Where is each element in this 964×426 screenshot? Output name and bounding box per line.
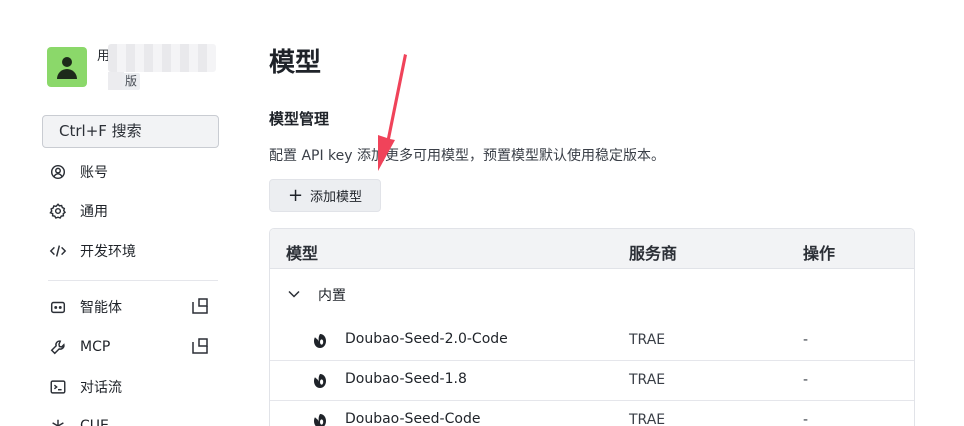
sidebar-item-label: 智能体 [80,300,122,316]
sidebar-item-label: 开发环境 [80,244,136,260]
column-header-action: 操作 [803,244,836,263]
add-model-label: 添加模型 [310,190,363,205]
search-input[interactable]: Ctrl+F 搜索 [42,115,219,148]
account-icon [48,162,68,182]
sidebar-item-label: MCP [80,339,111,355]
avatar[interactable] [47,47,87,87]
code-icon [48,241,68,261]
section-description: 配置 API key 添加更多可用模型，预置模型默认使用稳定版本。 [269,148,666,164]
open-external-icon[interactable] [191,337,209,355]
wrench-icon [48,337,68,357]
redacted-username [108,44,216,72]
model-action: - [803,372,809,388]
model-table: 模型 服务商 操作 内置 Doubao-Seed-2.0-Code TRAE -… [269,228,915,426]
column-header-model: 模型 [286,244,319,263]
model-action: - [803,412,809,426]
model-vendor: TRAE [629,372,666,388]
open-external-icon[interactable] [191,297,209,315]
sidebar-item-dev-env[interactable]: 开发环境 [48,239,136,263]
model-name: Doubao-Seed-1.8 [345,371,467,387]
table-header: 模型 服务商 操作 [270,229,914,269]
table-row[interactable]: Doubao-Seed-1.8 TRAE - [270,361,914,401]
add-model-button[interactable]: + 添加模型 [269,179,381,212]
terminal-icon [48,377,68,397]
doubao-model-icon [314,414,326,426]
doubao-model-icon [314,334,326,348]
section-title: 模型管理 [269,110,330,128]
model-vendor: TRAE [629,412,666,426]
asterisk-icon [48,416,68,426]
model-action: - [803,332,809,348]
model-vendor: TRAE [629,332,666,348]
model-name: Doubao-Seed-Code [345,411,481,426]
group-row-builtin[interactable]: 内置 [270,269,914,321]
table-row[interactable]: Doubao-Seed-2.0-Code TRAE - [270,321,914,361]
sidebar-item-general[interactable]: 通用 [48,199,108,223]
sidebar-item-label: 账号 [80,165,108,181]
settings-sidebar: 用户 版 Ctrl+F 搜索 账号 通用 开发环境 智能体 [0,0,240,426]
sidebar-item-mcp[interactable]: MCP [48,335,110,359]
model-name: Doubao-Seed-2.0-Code [345,331,508,347]
sidebar-item-label: 对话流 [80,380,122,396]
plan-badge: 版 [122,73,141,90]
sidebar-item-label: CUE [80,418,109,426]
chevron-down-icon[interactable] [287,287,301,301]
doubao-model-icon [314,374,326,388]
table-row[interactable]: Doubao-Seed-Code TRAE - [270,401,914,426]
sidebar-item-cue[interactable]: CUE [48,414,109,426]
group-label: 内置 [318,288,346,304]
sidebar-item-conversation-flow[interactable]: 对话流 [48,375,122,399]
sidebar-divider [48,280,218,281]
agent-icon [48,297,68,317]
sidebar-item-agent[interactable]: 智能体 [48,295,122,319]
gear-icon [48,201,68,221]
column-header-vendor: 服务商 [629,244,678,263]
plus-icon: + [287,184,304,206]
page-title: 模型 [269,48,322,78]
sidebar-item-account[interactable]: 账号 [48,160,108,184]
avatar-person-icon [62,57,72,67]
sidebar-item-label: 通用 [80,204,108,220]
